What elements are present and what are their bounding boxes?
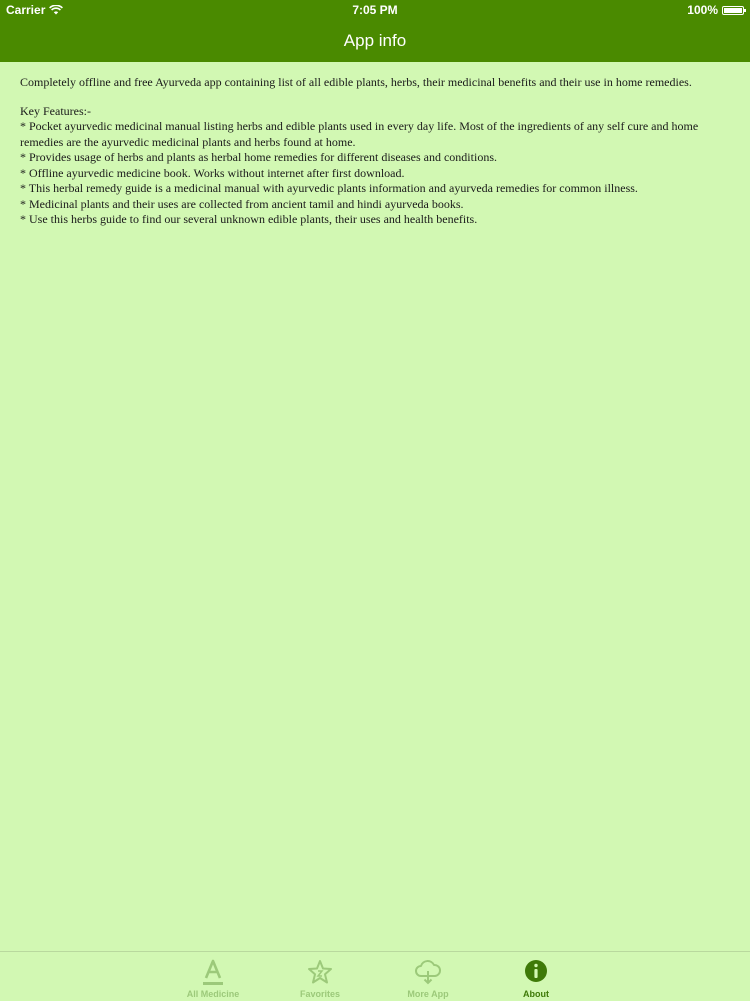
status-right: 100%	[687, 0, 746, 20]
tab-more-app[interactable]: More App	[383, 952, 473, 1001]
battery-icon	[722, 5, 746, 15]
tab-about-label: About	[523, 989, 549, 999]
tab-favorites-label: Favorites	[299, 989, 341, 999]
feature-item: * Pocket ayurvedic medicinal manual list…	[20, 119, 699, 149]
tab-bar: All Medicine Favorites More App About	[0, 951, 750, 1001]
feature-item: * Offline ayurvedic medicine book. Works…	[20, 165, 405, 180]
tab-more-app-label: More App	[407, 989, 449, 999]
feature-item: * Medicinal plants and their uses are co…	[20, 196, 464, 211]
app-info-content: Completely offline and free Ayurveda app…	[20, 75, 738, 228]
letter-a-icon	[203, 959, 223, 985]
cloud-download-icon	[415, 960, 441, 985]
features-heading: Key Features:-	[20, 103, 91, 118]
tab-all-medicine[interactable]: All Medicine	[168, 952, 258, 1001]
feature-item: * Use this herbs guide to find our sever…	[20, 212, 478, 226]
info-icon	[525, 960, 547, 982]
page-title: App info	[343, 31, 407, 50]
feature-item: * Provides usage of herbs and plants as …	[20, 150, 497, 164]
feature-item: * This herbal remedy guide is a medicina…	[20, 181, 638, 195]
status-time: 7:05 PM	[352, 3, 398, 17]
star-icon	[308, 960, 332, 984]
tab-about[interactable]: About	[491, 952, 581, 1001]
status-bar: Carrier 7:05 PM 100%	[0, 0, 750, 20]
battery-percent: 100%	[687, 3, 718, 17]
navigation-header: Carrier 7:05 PM 100% App info	[0, 0, 750, 62]
tab-all-medicine-label: All Medicine	[186, 989, 240, 999]
intro-text: Completely offline and free Ayurveda app…	[20, 75, 692, 89]
tab-favorites[interactable]: Favorites	[275, 952, 365, 1001]
